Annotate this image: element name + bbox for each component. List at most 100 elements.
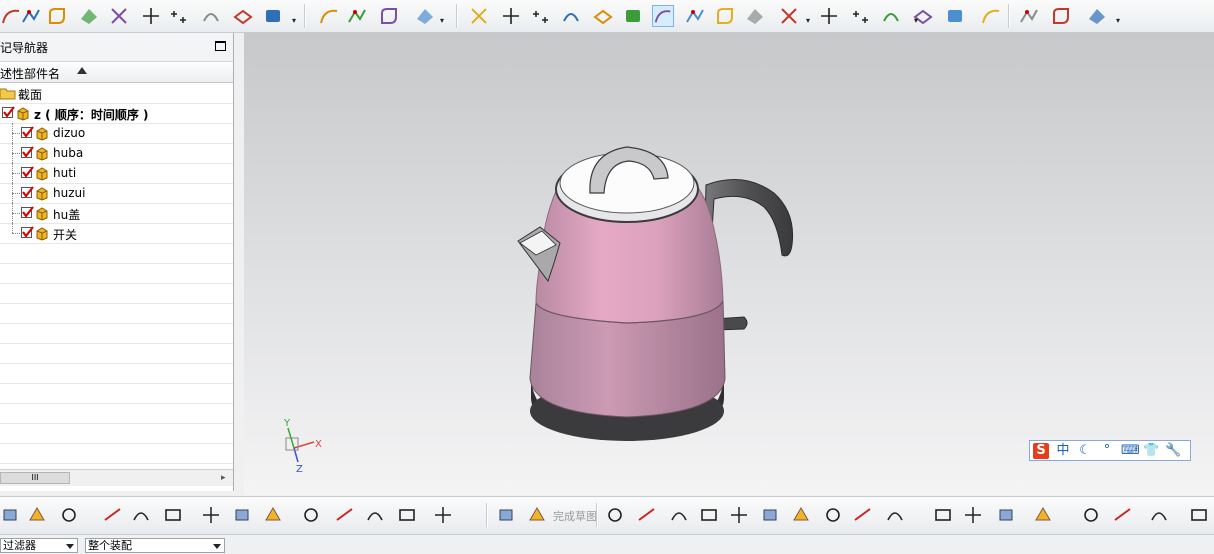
cube-view-icon[interactable]: [496, 504, 518, 526]
lamp-icon[interactable]: [622, 5, 644, 27]
material-icon[interactable]: [592, 5, 614, 27]
edit-icon[interactable]: [26, 504, 48, 526]
user-icon[interactable]: [684, 5, 706, 27]
profile-icon[interactable]: [636, 504, 658, 526]
wave-icon[interactable]: [232, 504, 254, 526]
line-icon[interactable]: [668, 504, 690, 526]
assembly-icon[interactable]: [0, 504, 22, 526]
graphics-viewport[interactable]: X Y Z S 中 ☾ ° ⌨ 👕 🔧: [244, 33, 1214, 495]
dimension-icon[interactable]: [1112, 504, 1134, 526]
movie-clapper-icon[interactable]: [468, 5, 490, 27]
hand-tool-icon[interactable]: [396, 504, 418, 526]
visibility-checkbox[interactable]: [21, 166, 34, 178]
visibility-checkbox[interactable]: [2, 106, 15, 118]
plus-point-icon[interactable]: [140, 5, 162, 27]
chain-icon[interactable]: [364, 504, 386, 526]
select-rectangle-icon[interactable]: [980, 5, 1002, 27]
flag-icon[interactable]: [604, 504, 626, 526]
curve-intersection-icon[interactable]: [108, 5, 130, 27]
ime-tools-icon[interactable]: 🔧: [1165, 443, 1181, 459]
explode-icon[interactable]: [200, 504, 222, 526]
ime-skin-icon[interactable]: 👕: [1143, 443, 1159, 459]
chevron-down-icon[interactable]: ▾: [440, 16, 446, 25]
ime-chinese-mode[interactable]: 中: [1055, 443, 1071, 459]
spring-icon[interactable]: [346, 5, 368, 27]
surface-icon[interactable]: [78, 5, 100, 27]
finish-sketch-label[interactable]: 完成草图: [553, 508, 597, 524]
mirror-icon[interactable]: [130, 504, 152, 526]
ime-moon-icon[interactable]: ☾: [1077, 443, 1093, 459]
tree-row[interactable]: hu盖: [0, 203, 233, 224]
visibility-checkbox[interactable]: [21, 126, 34, 138]
visibility-checkbox[interactable]: [21, 206, 34, 218]
scroll-thumb[interactable]: III: [0, 472, 70, 484]
replace-icon[interactable]: [334, 504, 356, 526]
point-set-icon[interactable]: [168, 5, 190, 27]
tree-row[interactable]: huti: [0, 163, 233, 184]
monitor-icon[interactable]: [778, 5, 800, 27]
type-filter-dropdown[interactable]: 过滤器: [0, 538, 78, 553]
tree-row[interactable]: 截面: [0, 83, 233, 104]
polygon-icon[interactable]: [852, 504, 874, 526]
offset-icon[interactable]: [932, 504, 954, 526]
ime-keyboard-icon[interactable]: ⌨: [1121, 443, 1140, 459]
link-icon[interactable]: [262, 504, 284, 526]
constraint-sketch-icon[interactable]: [1148, 504, 1170, 526]
ime-logo-icon[interactable]: S: [1033, 443, 1049, 459]
color-palette-icon[interactable]: [560, 5, 582, 27]
pattern-icon[interactable]: [300, 504, 322, 526]
selection-scope-dropdown[interactable]: 整个装配: [85, 538, 225, 553]
chevron-down-icon[interactable]: ▾: [806, 16, 812, 25]
chevron-down-icon[interactable]: ▾: [914, 16, 920, 25]
chamfer-icon[interactable]: [790, 504, 812, 526]
visibility-checkbox[interactable]: [21, 226, 34, 238]
portrait-icon[interactable]: [714, 5, 736, 27]
trim-icon[interactable]: [962, 504, 984, 526]
camera-icon[interactable]: [500, 5, 522, 27]
horizontal-scrollbar[interactable]: III ▸: [0, 469, 233, 486]
sketch-point-icon[interactable]: [20, 5, 42, 27]
visibility-checkbox[interactable]: [21, 186, 34, 198]
arc-icon[interactable]: [698, 504, 720, 526]
make-corner-icon[interactable]: [1032, 504, 1054, 526]
shaded-box-icon[interactable]: [850, 5, 872, 27]
add-component-icon[interactable]: [58, 504, 80, 526]
maximize-icon[interactable]: [215, 41, 226, 51]
rectangle-icon[interactable]: [822, 504, 844, 526]
tree-row[interactable]: z ( 顺序：时间顺序 ): [0, 103, 233, 124]
paint-bucket-icon[interactable]: [1050, 5, 1072, 27]
circle-icon[interactable]: [728, 504, 750, 526]
tree-row[interactable]: 开关: [0, 223, 233, 244]
kettle-model[interactable]: [244, 33, 1214, 495]
arc-icon[interactable]: [0, 5, 22, 27]
column-header[interactable]: 述性部件名: [0, 62, 233, 83]
project-curve-icon[interactable]: [232, 5, 254, 27]
mirror-curve-icon[interactable]: [1080, 504, 1102, 526]
chevron-down-icon[interactable]: ▾: [1116, 16, 1122, 25]
extend-icon[interactable]: [996, 504, 1018, 526]
cylinder-tube-icon[interactable]: [318, 5, 340, 27]
light-bulb-icon[interactable]: [652, 5, 674, 27]
fillet-icon[interactable]: [760, 504, 782, 526]
arrangement-icon[interactable]: [432, 504, 454, 526]
ime-punct-icon[interactable]: °: [1099, 443, 1115, 459]
fillet-curve-icon[interactable]: [46, 5, 68, 27]
scroll-right-icon[interactable]: ▸: [221, 473, 226, 483]
gallery-icon[interactable]: [744, 5, 766, 27]
sketch-icon[interactable]: [526, 504, 548, 526]
show-constraint-icon[interactable]: [1188, 504, 1210, 526]
hidden-line-cube-icon[interactable]: [944, 5, 966, 27]
paint-brush-icon[interactable]: [530, 5, 552, 27]
chevron-down-icon[interactable]: ▾: [292, 16, 298, 25]
tree-row[interactable]: huzui: [0, 183, 233, 204]
offset-curve-icon[interactable]: [200, 5, 222, 27]
eraser-icon[interactable]: [1018, 5, 1040, 27]
tree-row[interactable]: dizuo: [0, 123, 233, 144]
visibility-checkbox[interactable]: [21, 146, 34, 158]
highlight-icon[interactable]: [1086, 5, 1108, 27]
cloud-icon[interactable]: [818, 5, 840, 27]
constraint-icon[interactable]: [162, 504, 184, 526]
move-component-icon[interactable]: [102, 504, 124, 526]
tree-row[interactable]: huba: [0, 143, 233, 164]
coil-icon[interactable]: [378, 5, 400, 27]
